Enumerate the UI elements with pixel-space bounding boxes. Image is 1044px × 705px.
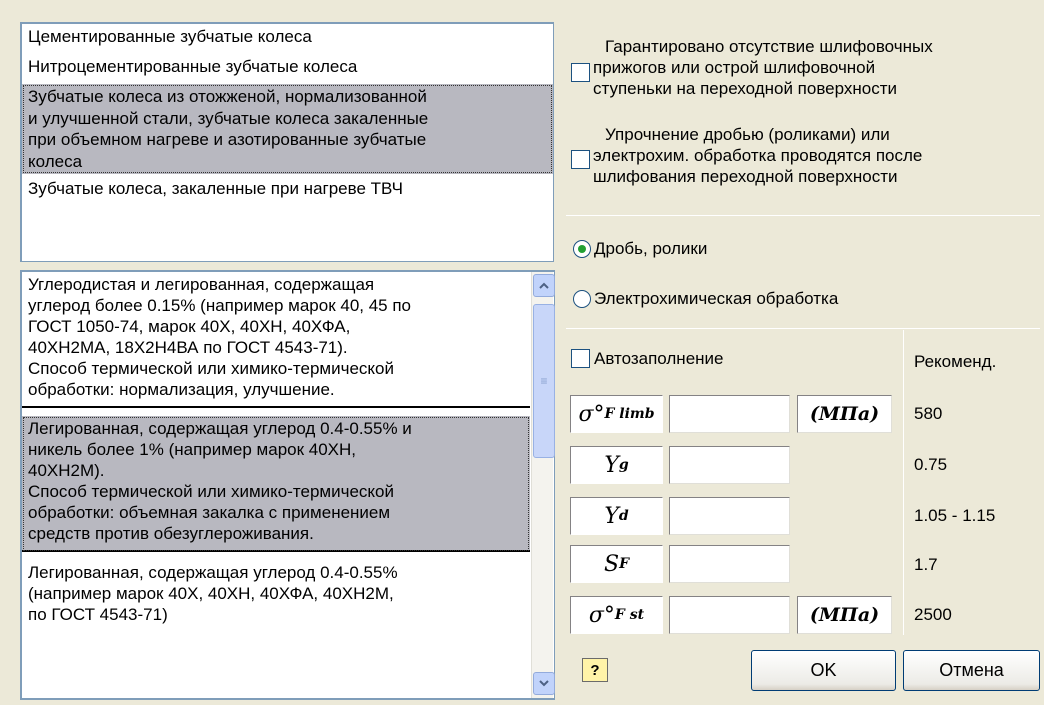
param-subscript: F st (614, 607, 645, 623)
gear-type-item[interactable]: Зубчатые колеса, закаленные при нагреве … (22, 176, 553, 202)
steel-line: 40ХН2М). (28, 461, 105, 480)
gear-type-item[interactable]: Цементированные зубчатые колеса (22, 24, 553, 50)
unit-mpa: (МПа) (797, 395, 892, 433)
sf-input[interactable] (669, 545, 790, 583)
gear-type-line: Нитроцементированные зубчатые колеса (28, 57, 358, 76)
help-button[interactable]: ? (582, 658, 608, 682)
steel-line: 40ХН2МА, 18Х2Н4ВА по ГОСТ 4543-71). (28, 338, 348, 357)
steel-line: Способ термической или химико-термическо… (28, 359, 394, 378)
steel-line: (например марок 40Х, 40ХН, 40ХФА, 40ХН2М… (28, 584, 394, 603)
steel-line: Способ термической или химико-термическо… (28, 482, 394, 501)
steel-item[interactable]: Углеродистая и легированная, содержащая … (22, 272, 530, 408)
steel-line: Углеродистая и легированная, содержащая (28, 275, 375, 294)
param-subscript: F (619, 556, 630, 572)
sigma-fst-input[interactable] (669, 596, 790, 634)
param-symbol: Y (604, 452, 619, 478)
steel-line: ГОСТ 1050-74, марок 40Х, 40ХН, 40ХФА, (28, 317, 351, 336)
gear-type-line: Зубчатые колеса из отожженой, нормализов… (28, 87, 427, 106)
recommended-value: 0.75 (914, 455, 948, 474)
gear-type-item-selected[interactable]: Зубчатые колеса из отожженой, нормализов… (22, 84, 553, 174)
gear-type-line: колеса (28, 151, 83, 171)
steel-item-selected[interactable]: Легированная, содержащая углерод 0.4-0.5… (22, 416, 530, 552)
gear-type-line: при объемном нагреве и азотированные зуб… (28, 130, 427, 149)
electrochem-radio-label[interactable]: Электрохимическая обработка (594, 289, 838, 309)
sigma-flimb-input[interactable] (669, 395, 790, 433)
steel-list-scrollbar[interactable]: ≡ (531, 272, 555, 698)
gear-type-line: и улучшенной стали, зубчатые колеса зака… (28, 108, 429, 128)
ok-button[interactable]: OK (751, 650, 896, 691)
gear-type-line: Зубчатые колеса, закаленные при нагреве … (28, 179, 403, 198)
electrochem-radio[interactable] (573, 290, 591, 308)
steel-list[interactable]: Углеродистая и легированная, содержащая … (20, 270, 555, 700)
chevron-up-icon[interactable] (533, 274, 555, 297)
gear-type-list[interactable]: Цементированные зубчатые колеса Нитроцем… (20, 22, 554, 262)
unit-mpa: (МПа) (797, 596, 892, 634)
steel-line: никель более 1% (например марок 40ХН, (28, 440, 357, 459)
hardening-checkbox[interactable] (571, 150, 590, 169)
divider (566, 215, 1040, 216)
scrollbar-thumb[interactable]: ≡ (533, 304, 555, 458)
cancel-button[interactable]: Отмена (903, 650, 1040, 691)
param-symbol: σ° (578, 401, 605, 427)
autofill-checkbox[interactable] (571, 349, 590, 368)
gear-type-item[interactable]: Нитроцементированные зубчатые колеса (22, 54, 553, 80)
radio-dot (578, 245, 586, 253)
steel-line: по ГОСТ 4543-71) (28, 605, 168, 624)
param-subscript: d (618, 508, 629, 524)
chevron-down-icon[interactable] (533, 672, 555, 695)
steel-line: средств против обезуглероживания. (28, 524, 314, 543)
hardening-line: шлифования переходной поверхности (593, 167, 898, 186)
yd-input[interactable] (669, 497, 790, 535)
yd-symbol: Yd (570, 497, 663, 535)
yg-symbol: Yg (570, 446, 663, 484)
sf-symbol: SF (570, 545, 663, 583)
hardening-label: Упрочнение дробью (роликами) или электро… (593, 124, 922, 187)
recommended-value: 1.05 - 1.15 (914, 506, 996, 525)
yg-input[interactable] (669, 446, 790, 484)
no-burns-checkbox[interactable] (571, 63, 590, 82)
steel-line: обработки: объемная закалка с применение… (28, 503, 391, 522)
recommended-header: Рекоменд. (914, 352, 997, 371)
param-subscript: F limb (604, 406, 655, 422)
help-icon: ? (590, 661, 600, 679)
autofill-label[interactable]: Автозаполнение (594, 349, 724, 369)
no-burns-line: прижогов или острой шлифовочной (593, 58, 876, 77)
sigma-fst-symbol: σ° F st (570, 596, 663, 634)
steel-line: обработки: нормализация, улучшение. (28, 380, 335, 399)
recommended-value: 2500 (914, 605, 952, 624)
steel-line: Легированная, содержащая углерод 0.4-0.5… (28, 563, 398, 582)
param-symbol: σ° (588, 602, 615, 628)
recommended-value: 1.7 (914, 555, 938, 574)
no-burns-line: ступеньки на переходной поверхности (593, 79, 898, 98)
gear-type-line: Цементированные зубчатые колеса (28, 27, 312, 46)
shot-radio[interactable] (573, 240, 591, 258)
steel-line: углерод более 0.15% (например марок 40, … (28, 296, 412, 315)
no-burns-label: Гарантировано отсутствие шлифовочных при… (593, 36, 933, 99)
param-symbol: Y (604, 503, 619, 529)
sigma-flimb-symbol: σ° F limb (570, 395, 663, 433)
param-subscript: g (618, 457, 629, 473)
steel-item[interactable]: Легированная, содержащая углерод 0.4-0.5… (22, 560, 530, 631)
divider (903, 330, 904, 635)
no-burns-line: Гарантировано отсутствие шлифовочных (605, 37, 933, 56)
hardening-line: Упрочнение дробью (роликами) или (605, 125, 890, 144)
hardening-line: электрохим. обработка проводятся после (593, 146, 923, 165)
steel-line: Легированная, содержащая углерод 0.4-0.5… (28, 419, 412, 438)
shot-radio-label[interactable]: Дробь, ролики (594, 239, 707, 259)
param-symbol: S (603, 551, 620, 577)
divider (566, 328, 1040, 329)
recommended-value: 580 (914, 404, 943, 423)
